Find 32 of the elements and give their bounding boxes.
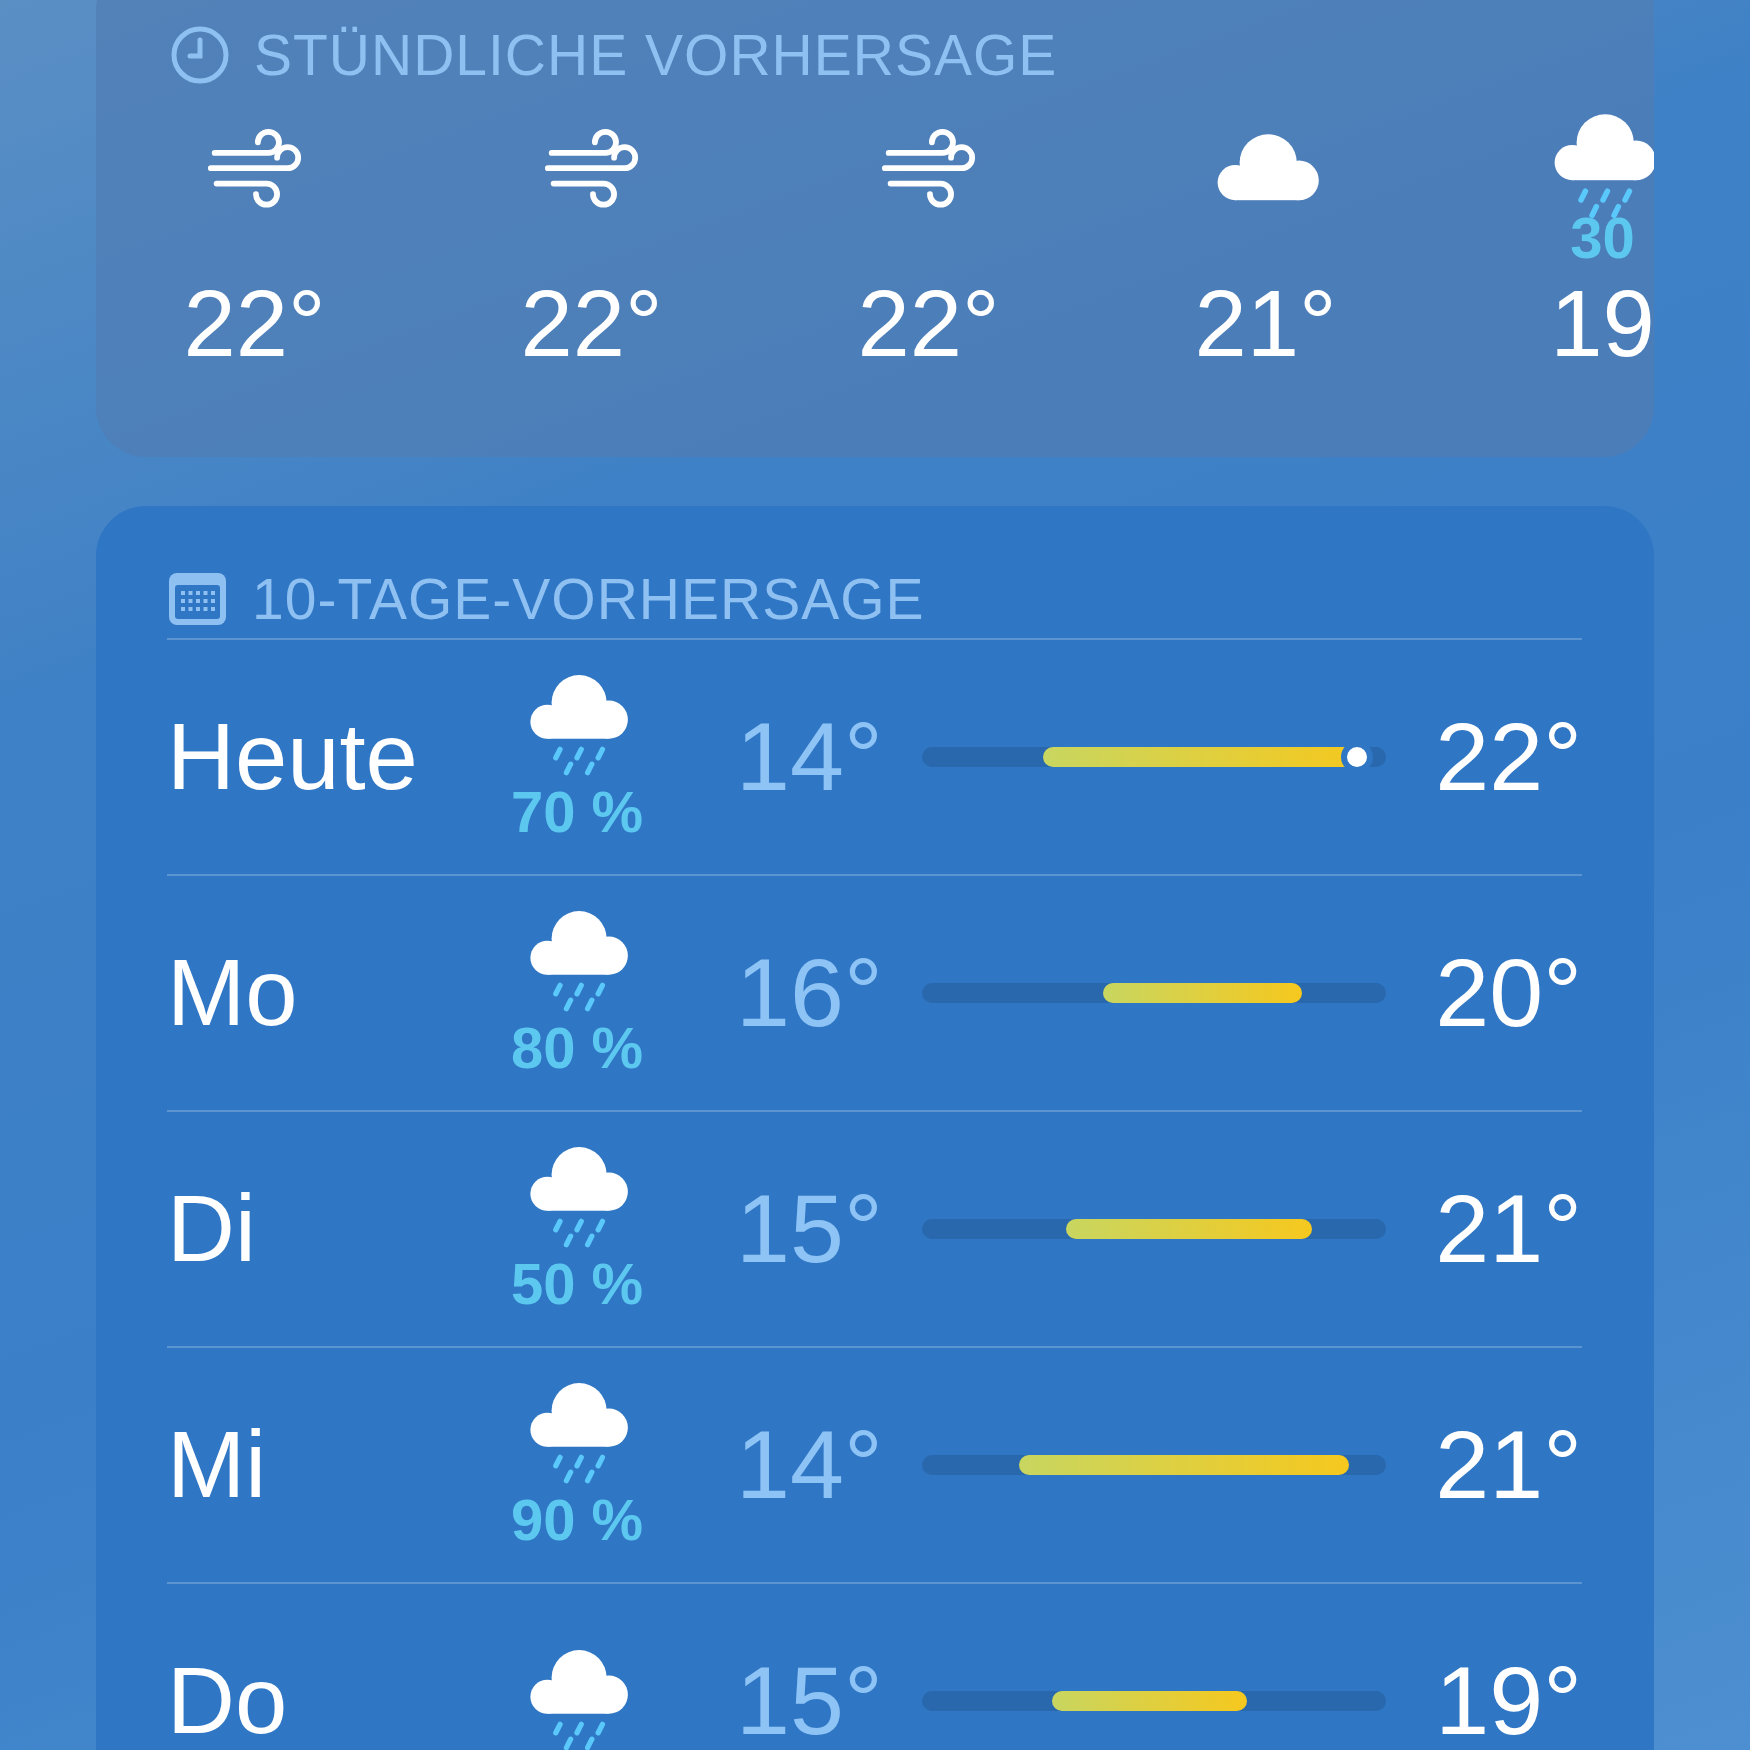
low-temperature: 14° [735,1409,884,1521]
day-name: Di [167,1175,257,1283]
day-name: Heute [167,703,419,811]
hour-temperature: 19 [1550,277,1654,371]
low-temperature: 15° [735,1173,884,1285]
high-temperature: 19° [1435,1645,1582,1750]
section-title: 10-TAGE-VORHERSAGE [252,566,925,632]
clock-icon [170,25,230,85]
high-temperature: 22° [1435,701,1582,813]
hour-temperature: 21° [1194,277,1337,371]
precipitation-chance: 80 % [510,1019,644,1077]
calendar-icon [167,571,228,627]
section-title: STÜNDLICHE VORHERSAGE [254,22,1058,88]
day-name: Mi [167,1411,268,1519]
wind-icon [880,126,977,208]
precipitation-chance: 70 % [510,783,644,841]
low-temperature: 14° [735,701,884,813]
day-name: Do [167,1647,289,1750]
high-temperature: 21° [1435,1173,1582,1285]
wind-icon [543,126,640,208]
hour-temperature: 22° [183,277,326,371]
precipitation-chance: 50 % [510,1255,644,1313]
low-temperature: 16° [735,937,884,1049]
low-temperature: 15° [735,1645,884,1750]
precipitation-chance: 90 % [510,1491,644,1549]
hour-temperature: 22° [520,277,663,371]
day-name: Mo [167,939,299,1047]
high-temperature: 21° [1435,1409,1582,1521]
hour-temperature: 22° [857,277,1000,371]
wind-icon [206,126,303,208]
precipitation-chance: 30 [1570,209,1635,267]
high-temperature: 20° [1435,937,1582,1049]
